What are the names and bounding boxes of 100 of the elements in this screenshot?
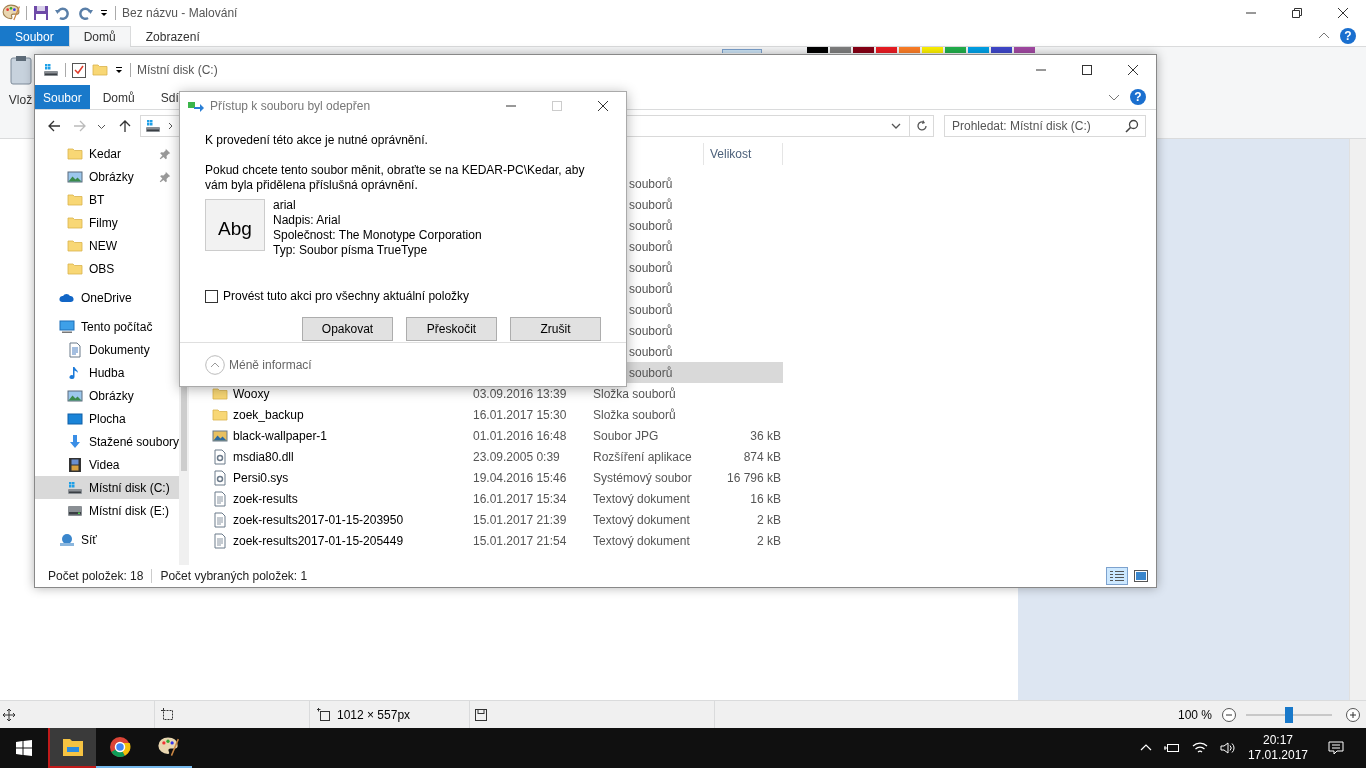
- nav-item[interactable]: Tento počítač: [35, 315, 180, 338]
- nav-item[interactable]: BT: [35, 188, 180, 211]
- nav-item[interactable]: Dokumenty: [35, 338, 180, 361]
- palette-swatch[interactable]: [991, 47, 1012, 53]
- column-header[interactable]: Velikost: [703, 143, 783, 165]
- nav-item[interactable]: Místní disk (E:): [35, 499, 180, 522]
- scroll-bar[interactable]: [1349, 139, 1366, 700]
- plus-icon: [1346, 707, 1360, 722]
- ribbon-tab[interactable]: Zobrazení: [130, 26, 215, 46]
- close-icon: [1128, 65, 1138, 75]
- nav-item[interactable]: Místní disk (C:): [35, 476, 180, 499]
- file-row[interactable]: black-wallpaper-1 01.01.2016 16:48 Soubor JPG 36 kB: [191, 425, 783, 446]
- apply-all-checkbox[interactable]: Provést tuto akci pro všechny aktuální položky: [205, 289, 470, 303]
- dialog-detail: Pokud chcete tento soubor měnit, obraťte se na KEDAR-PC\Kedar, aby vám byla přidělena příslušná oprávnění.: [205, 163, 586, 193]
- notification-icon[interactable]: [1328, 740, 1344, 756]
- nav-item[interactable]: NEW: [35, 234, 180, 257]
- palette-swatch[interactable]: [899, 47, 920, 53]
- zoom-out-button[interactable]: [1222, 707, 1236, 722]
- nav-item[interactable]: Obrázky: [35, 165, 180, 188]
- save-icon[interactable]: [33, 5, 49, 21]
- file-type: souborů: [629, 365, 673, 380]
- palette-swatch[interactable]: [830, 47, 851, 53]
- file-size: 16 796 kB: [726, 470, 781, 485]
- battery-icon[interactable]: [1163, 741, 1180, 755]
- nav-item[interactable]: Síť: [35, 528, 180, 551]
- help-button[interactable]: ?: [1130, 89, 1146, 105]
- slider-thumb[interactable]: [1285, 706, 1293, 723]
- palette-icon[interactable]: [2, 4, 20, 22]
- file-name: msdia80.dll: [233, 449, 294, 464]
- taskbar-app[interactable]: [48, 728, 96, 768]
- wifi-icon[interactable]: [1191, 741, 1208, 755]
- nav-item[interactable]: OBS: [35, 257, 180, 280]
- nav-item[interactable]: OneDrive: [35, 286, 180, 309]
- file-type: Rozšíření aplikace: [593, 449, 692, 464]
- caret-icon[interactable]: [99, 8, 109, 18]
- window-title: Bez názvu - Malování: [122, 6, 238, 20]
- nav-item[interactable]: Kedar: [35, 142, 180, 165]
- ribbon-tab[interactable]: Domů: [68, 26, 131, 47]
- speaker-icon[interactable]: [1219, 741, 1236, 755]
- dialog-title: Přístup k souboru byl odepřen: [210, 99, 371, 113]
- date-modified: 23.09.2005 0:39: [473, 449, 560, 464]
- document-icon: [67, 341, 83, 358]
- details-view-button[interactable]: [1106, 567, 1128, 585]
- color-selector[interactable]: [722, 49, 762, 53]
- palette-swatch[interactable]: [853, 47, 874, 53]
- text-file-icon: [212, 511, 228, 528]
- file-row[interactable]: Persi0.sys 19.04.2016 15:46 Systémový soubor 16 796 kB: [191, 467, 783, 488]
- redo-icon[interactable]: [77, 5, 93, 21]
- four-panes-icon: [16, 740, 32, 756]
- maximize-icon: [552, 101, 562, 111]
- drive-icon: [145, 118, 161, 134]
- file-row[interactable]: zoek_backup 16.01.2017 15:30 Složka souborů: [191, 404, 783, 425]
- back-arrow-icon[interactable]: [47, 119, 61, 133]
- nav-item[interactable]: Hudba: [35, 361, 180, 384]
- clock[interactable]: 20:17 17.01.2017: [1247, 733, 1308, 763]
- file-size: 2 kB: [757, 533, 781, 548]
- help-button[interactable]: ?: [1340, 28, 1356, 44]
- file-row[interactable]: zoek-results2017-01-15-203950 15.01.2017 21:39 Textový dokument 2 kB: [191, 509, 783, 530]
- palette-swatch[interactable]: [1014, 47, 1035, 53]
- palette-swatch[interactable]: [876, 47, 897, 53]
- dialog-button[interactable]: Přeskočit: [406, 317, 497, 341]
- file-type: Složka souborů: [593, 407, 676, 422]
- file-name: Persi0.sys: [233, 470, 289, 485]
- nav-item[interactable]: Filmy: [35, 211, 180, 234]
- nav-item[interactable]: Obrázky: [35, 384, 180, 407]
- file-row[interactable]: msdia80.dll 23.09.2005 0:39 Rozšíření aplikace 874 kB: [191, 446, 783, 467]
- caret-icon[interactable]: [114, 65, 124, 75]
- dialog-button[interactable]: Zrušit: [510, 317, 601, 341]
- ribbon-tab[interactable]: Soubor: [35, 85, 90, 109]
- file-row[interactable]: zoek-results2017-01-15-205449 15.01.2017 21:54 Textový dokument 2 kB: [191, 530, 783, 551]
- palette-swatch[interactable]: [922, 47, 943, 53]
- palette-swatch[interactable]: [968, 47, 989, 53]
- dialog-button[interactable]: Opakovat: [302, 317, 393, 341]
- undo-icon[interactable]: [55, 5, 71, 21]
- selected-count: Počet vybraných položek: 1: [160, 569, 308, 583]
- tile-icon: [1134, 570, 1148, 582]
- palette-swatch[interactable]: [945, 47, 966, 53]
- chevron-down-icon[interactable]: [891, 121, 901, 131]
- search-field[interactable]: Prohledat: Místní disk (C:): [944, 115, 1146, 137]
- refresh-button[interactable]: [910, 115, 934, 137]
- checkbox[interactable]: [205, 289, 218, 303]
- move-icon: [3, 708, 15, 721]
- file-type: souborů: [629, 344, 673, 359]
- nav-item[interactable]: Stažené soubory: [35, 430, 180, 453]
- up-arrow-icon[interactable]: [118, 119, 132, 133]
- paste-button[interactable]: Vlož: [8, 53, 33, 109]
- nav-item[interactable]: Plocha: [35, 407, 180, 430]
- nav-item[interactable]: Videa: [35, 453, 180, 476]
- folder-icon: [67, 145, 83, 162]
- date-modified: 03.09.2016 13:39: [473, 386, 567, 401]
- ribbon-tab[interactable]: Soubor: [0, 26, 69, 46]
- less-info-button[interactable]: Méně informací: [205, 354, 312, 375]
- text-file-icon: [212, 490, 228, 507]
- zoom-level: 100 %: [1177, 707, 1212, 722]
- zoom-in-button[interactable]: [1346, 707, 1360, 722]
- file-row[interactable]: Wooxy 03.09.2016 13:39 Složka souborů: [191, 383, 783, 404]
- ribbon-tab[interactable]: Domů: [89, 85, 148, 109]
- checklist-icon[interactable]: [72, 62, 86, 78]
- palette-swatch[interactable]: [807, 47, 828, 53]
- file-row[interactable]: zoek-results 16.01.2017 15:34 Textový dokument 16 kB: [191, 488, 783, 509]
